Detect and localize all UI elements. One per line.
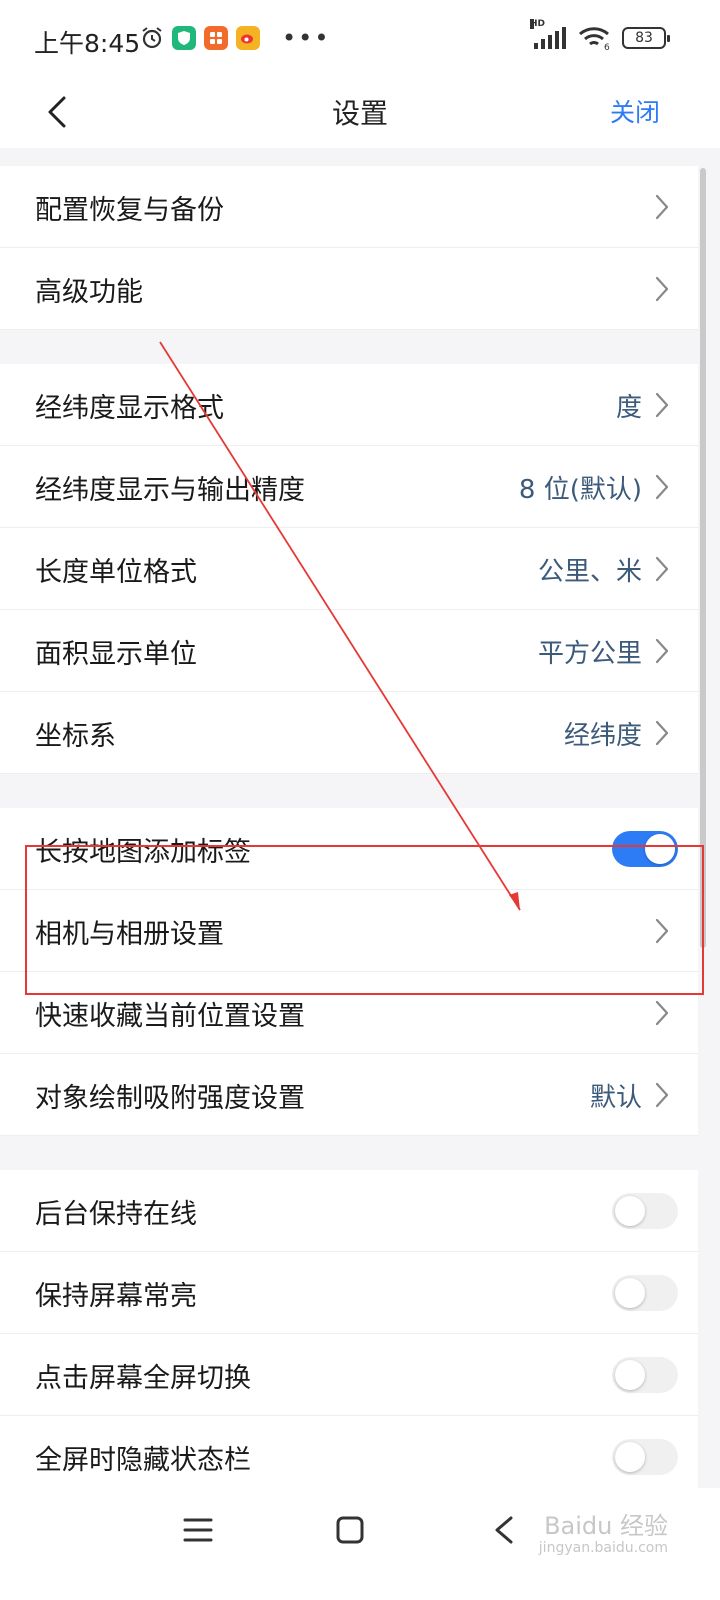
watermark-logo: Baidu 经验 [544, 1512, 668, 1540]
watermark-url: jingyan.baidu.com [538, 1540, 668, 1556]
annotation-highlight-box [25, 845, 704, 995]
annotation-arrow [159, 341, 521, 911]
nav-back-icon[interactable] [485, 1510, 525, 1550]
home-icon[interactable] [330, 1510, 370, 1550]
menu-icon[interactable] [178, 1510, 218, 1550]
system-nav-bar: Baidu 经验 jingyan.baidu.com [0, 1488, 720, 1600]
